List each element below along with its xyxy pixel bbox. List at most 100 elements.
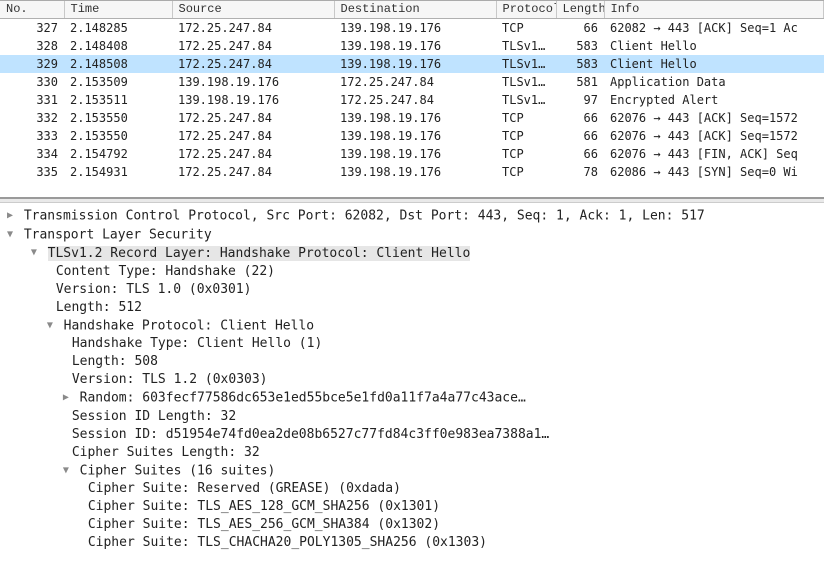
packet-row[interactable]: 3342.154792172.25.247.84139.198.19.176TC… xyxy=(0,145,824,163)
tree-handshake-type[interactable]: Handshake Type: Client Hello (1) xyxy=(4,335,824,353)
cell-length: 66 xyxy=(556,19,604,38)
col-header-source[interactable]: Source xyxy=(172,1,334,19)
col-header-length[interactable]: Length xyxy=(556,1,604,19)
tree-handshake-protocol[interactable]: ▼ Handshake Protocol: Client Hello xyxy=(4,317,824,336)
tree-cipher-suite-item[interactable]: Cipher Suite: TLS_AES_128_GCM_SHA256 (0x… xyxy=(4,498,824,516)
cell-length: 66 xyxy=(556,145,604,163)
collapse-icon[interactable]: ▼ xyxy=(44,317,56,335)
cell-info: Client Hello xyxy=(604,37,824,55)
cell-length: 581 xyxy=(556,73,604,91)
tree-length-record[interactable]: Length: 512 xyxy=(4,299,824,317)
cell-source: 172.25.247.84 xyxy=(172,55,334,73)
cell-protocol: TLSv1… xyxy=(496,91,556,109)
tree-version-record[interactable]: Version: TLS 1.0 (0x0301) xyxy=(4,281,824,299)
tree-handshake-length[interactable]: Length: 508 xyxy=(4,353,824,371)
cell-source: 172.25.247.84 xyxy=(172,145,334,163)
cell-info: 62082 → 443 [ACK] Seq=1 Ac xyxy=(604,19,824,38)
cell-time: 2.153511 xyxy=(64,91,172,109)
tree-handshake-version[interactable]: Version: TLS 1.2 (0x0303) xyxy=(4,371,824,389)
cell-destination: 139.198.19.176 xyxy=(334,55,496,73)
cell-time: 2.153509 xyxy=(64,73,172,91)
col-header-time[interactable]: Time xyxy=(64,1,172,19)
packet-row[interactable]: 3272.148285172.25.247.84139.198.19.176TC… xyxy=(0,19,824,38)
cell-length: 66 xyxy=(556,127,604,145)
tree-tcp[interactable]: ▶ Transmission Control Protocol, Src Por… xyxy=(4,207,824,226)
tree-content-type[interactable]: Content Type: Handshake (22) xyxy=(4,263,824,281)
cell-length: 78 xyxy=(556,163,604,181)
cell-info: 62076 → 443 [ACK] Seq=1572 xyxy=(604,109,824,127)
cell-no: 335 xyxy=(0,163,64,181)
tree-cipher-suite-item[interactable]: Cipher Suite: Reserved (GREASE) (0xdada) xyxy=(4,480,824,498)
packet-detail-pane[interactable]: ▶ Transmission Control Protocol, Src Por… xyxy=(0,203,824,558)
tree-session-id[interactable]: Session ID: d51954e74fd0ea2de08b6527c77f… xyxy=(4,426,824,444)
cell-length: 583 xyxy=(556,37,604,55)
tree-label: Content Type: Handshake (22) xyxy=(56,264,275,279)
tree-random[interactable]: ▶ Random: 603fecf77586dc653e1ed55bce5e1f… xyxy=(4,389,824,408)
cell-info: Client Hello xyxy=(604,55,824,73)
cell-length: 66 xyxy=(556,109,604,127)
packet-table: No. Time Source Destination Protocol Len… xyxy=(0,1,824,181)
tree-label: Transmission Control Protocol, Src Port:… xyxy=(24,209,705,224)
col-header-info[interactable]: Info xyxy=(604,1,824,19)
tree-label: Length: 508 xyxy=(72,354,158,369)
expand-icon[interactable]: ▶ xyxy=(60,389,72,407)
tree-label: Random: 603fecf77586dc653e1ed55bce5e1fd0… xyxy=(80,391,526,406)
tree-session-id-length[interactable]: Session ID Length: 32 xyxy=(4,408,824,426)
packet-row[interactable]: 3332.153550172.25.247.84139.198.19.176TC… xyxy=(0,127,824,145)
cell-time: 2.154792 xyxy=(64,145,172,163)
cell-no: 328 xyxy=(0,37,64,55)
tree-label: Version: TLS 1.0 (0x0301) xyxy=(56,282,252,297)
cell-destination: 139.198.19.176 xyxy=(334,145,496,163)
cell-destination: 139.198.19.176 xyxy=(334,37,496,55)
packet-row[interactable]: 3282.148408172.25.247.84139.198.19.176TL… xyxy=(0,37,824,55)
col-header-destination[interactable]: Destination xyxy=(334,1,496,19)
cell-destination: 139.198.19.176 xyxy=(334,109,496,127)
cell-protocol: TLSv1… xyxy=(496,55,556,73)
cell-time: 2.154931 xyxy=(64,163,172,181)
cell-info: Encrypted Alert xyxy=(604,91,824,109)
cell-source: 139.198.19.176 xyxy=(172,91,334,109)
collapse-icon[interactable]: ▼ xyxy=(28,244,40,262)
cell-protocol: TLSv1… xyxy=(496,73,556,91)
cell-length: 583 xyxy=(556,55,604,73)
tree-record-layer[interactable]: ▼ TLSv1.2 Record Layer: Handshake Protoc… xyxy=(4,244,824,263)
cell-destination: 139.198.19.176 xyxy=(334,19,496,38)
cell-destination: 139.198.19.176 xyxy=(334,127,496,145)
collapse-icon[interactable]: ▼ xyxy=(4,226,16,244)
cell-time: 2.148285 xyxy=(64,19,172,38)
packet-row[interactable]: 3352.154931172.25.247.84139.198.19.176TC… xyxy=(0,163,824,181)
cell-source: 172.25.247.84 xyxy=(172,163,334,181)
tree-label: Cipher Suite: TLS_AES_256_GCM_SHA384 (0x… xyxy=(88,517,440,532)
tree-cipher-suites[interactable]: ▼ Cipher Suites (16 suites) xyxy=(4,462,824,481)
col-header-protocol[interactable]: Protocol xyxy=(496,1,556,19)
tree-cipher-suite-item[interactable]: Cipher Suite: TLS_CHACHA20_POLY1305_SHA2… xyxy=(4,534,824,552)
cell-protocol: TCP xyxy=(496,19,556,38)
col-header-no[interactable]: No. xyxy=(0,1,64,19)
tree-cipher-suites-length[interactable]: Cipher Suites Length: 32 xyxy=(4,444,824,462)
packet-row[interactable]: 3312.153511139.198.19.176172.25.247.84TL… xyxy=(0,91,824,109)
packet-row[interactable]: 3292.148508172.25.247.84139.198.19.176TL… xyxy=(0,55,824,73)
cell-no: 334 xyxy=(0,145,64,163)
tree-label: Cipher Suite: TLS_AES_128_GCM_SHA256 (0x… xyxy=(88,499,440,514)
cell-source: 172.25.247.84 xyxy=(172,19,334,38)
cell-length: 97 xyxy=(556,91,604,109)
tree-cipher-suite-item[interactable]: Cipher Suite: TLS_AES_256_GCM_SHA384 (0x… xyxy=(4,516,824,534)
cell-no: 327 xyxy=(0,19,64,38)
tree-label: Transport Layer Security xyxy=(24,227,212,242)
cell-protocol: TCP xyxy=(496,163,556,181)
packet-list-pane[interactable]: No. Time Source Destination Protocol Len… xyxy=(0,1,824,199)
packet-header-row[interactable]: No. Time Source Destination Protocol Len… xyxy=(0,1,824,19)
packet-row[interactable]: 3302.153509139.198.19.176172.25.247.84TL… xyxy=(0,73,824,91)
packet-row[interactable]: 3322.153550172.25.247.84139.198.19.176TC… xyxy=(0,109,824,127)
tree-label: Handshake Protocol: Client Hello xyxy=(64,318,314,333)
tree-label: Version: TLS 1.2 (0x0303) xyxy=(72,372,268,387)
tree-label: Handshake Type: Client Hello (1) xyxy=(72,336,322,351)
cell-no: 330 xyxy=(0,73,64,91)
tree-tls[interactable]: ▼ Transport Layer Security xyxy=(4,226,824,245)
cell-protocol: TCP xyxy=(496,109,556,127)
collapse-icon[interactable]: ▼ xyxy=(60,462,72,480)
tree-label: Cipher Suite: Reserved (GREASE) (0xdada) xyxy=(88,481,401,496)
cell-protocol: TCP xyxy=(496,127,556,145)
cell-no: 329 xyxy=(0,55,64,73)
expand-icon[interactable]: ▶ xyxy=(4,207,16,225)
